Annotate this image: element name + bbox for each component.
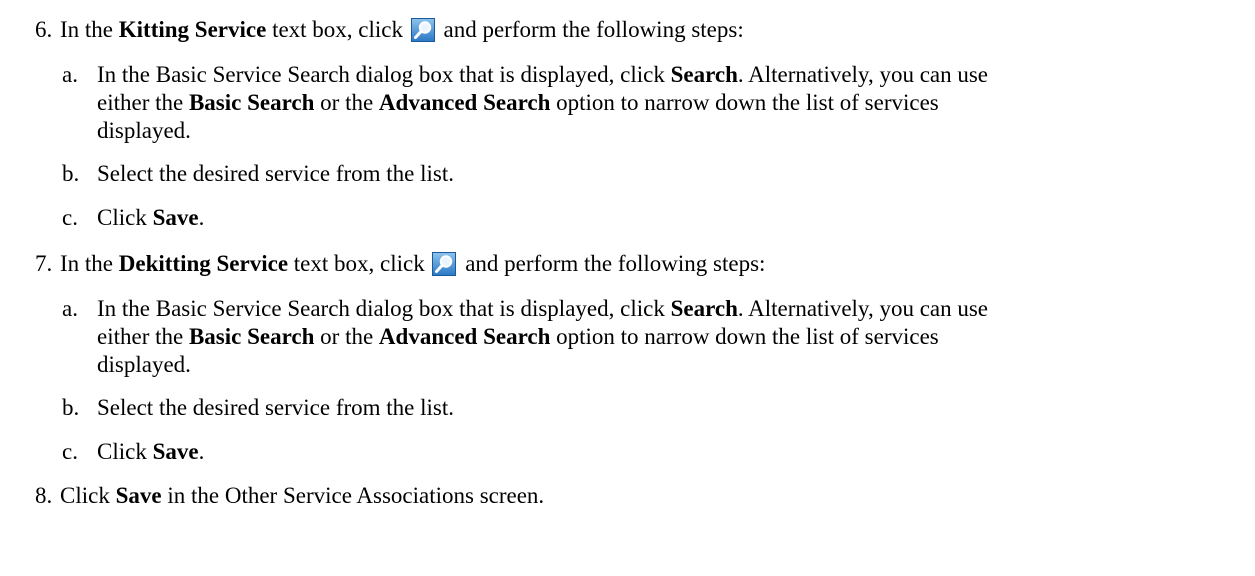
substep-letter: c.	[62, 205, 78, 230]
substep-letter: b.	[62, 161, 80, 186]
option-name: Basic Search	[188, 90, 315, 115]
step-number: 6.	[35, 17, 53, 42]
step-text: In the Kitting Service text box, click a…	[60, 17, 744, 42]
button-name: Save	[115, 483, 162, 508]
substep-letter: b.	[62, 395, 80, 420]
button-name: Save	[152, 205, 199, 230]
substep-letter: c.	[62, 439, 78, 464]
option-name: Advanced Search	[378, 90, 551, 115]
option-name: Basic Search	[188, 324, 315, 349]
option-name: Advanced Search	[378, 324, 551, 349]
button-name: Save	[152, 439, 199, 464]
field-name: Kitting Service	[118, 17, 267, 42]
step-number: 7.	[35, 251, 53, 276]
button-name: Search	[670, 296, 738, 321]
field-name: Dekitting Service	[118, 251, 289, 276]
magnifier-search-icon[interactable]	[410, 18, 435, 42]
substep-letter: a.	[62, 62, 78, 87]
step-text: Click Save in the Other Service Associat…	[60, 483, 545, 508]
button-name: Search	[670, 62, 738, 87]
magnifier-search-icon[interactable]	[432, 252, 457, 276]
step-number: 8.	[35, 483, 53, 508]
substep-letter: a.	[62, 296, 78, 321]
step-text: In the Dekitting Service text box, click…	[60, 251, 766, 276]
